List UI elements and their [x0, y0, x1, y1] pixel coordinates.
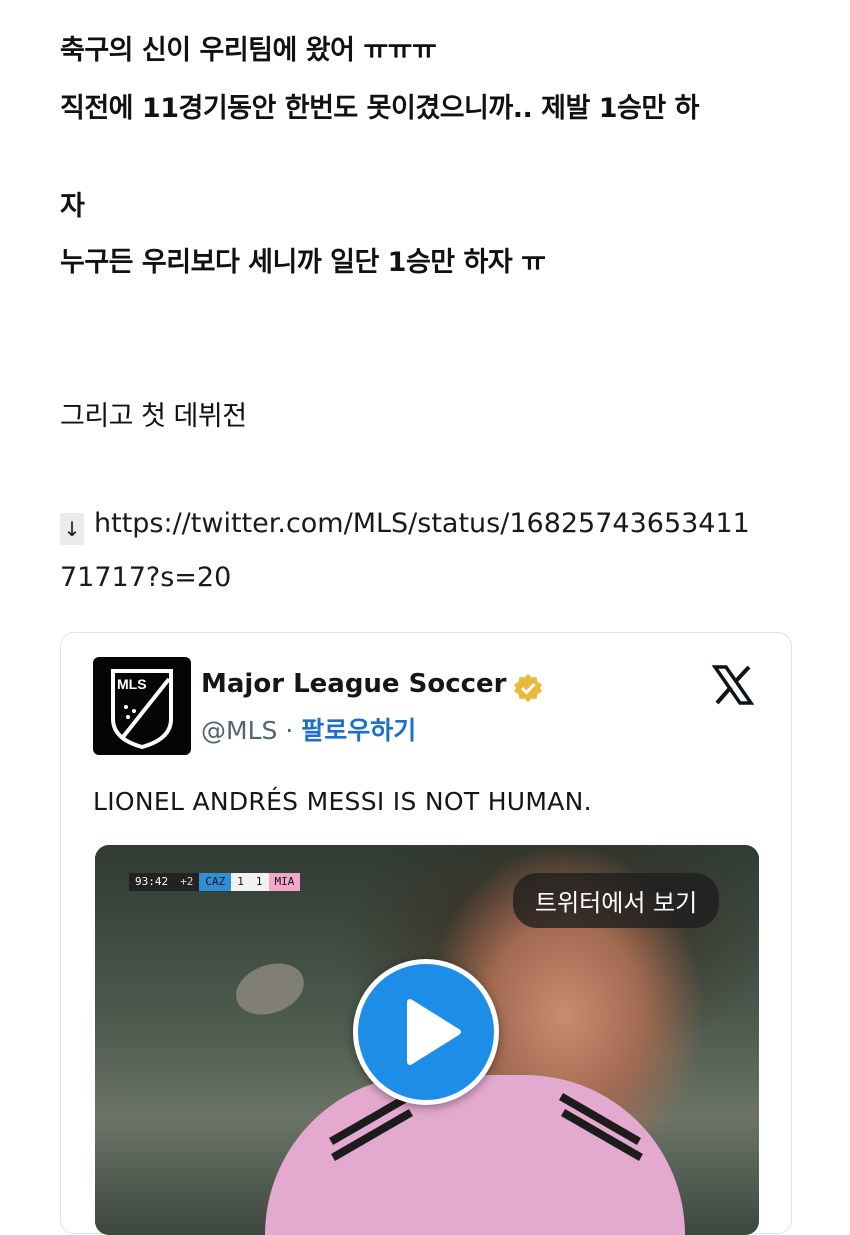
scoreboard-away-team: MIA [268, 873, 301, 891]
tweet-text: LIONEL ANDRÉS MESSI IS NOT HUMAN. [93, 787, 592, 816]
account-name[interactable]: Major League Soccer [201, 669, 507, 699]
scoreboard-home-team: CAZ [199, 873, 232, 891]
post-line-3: 자 [60, 191, 85, 222]
scoreboard-added-time: +2 [174, 873, 200, 891]
play-button[interactable] [353, 959, 499, 1105]
follow-link[interactable]: 팔로우하기 [301, 716, 416, 745]
tweet-link[interactable]: https://twitter.com/MLS/status/168257436… [94, 508, 750, 539]
account-handle[interactable]: @MLS [201, 716, 277, 745]
account-handle-row: @MLS · 팔로우하기 [201, 711, 416, 747]
post-line-1: 축구의 신이 우리팀에 왔어 ㅠㅠㅠ [60, 35, 437, 66]
post-line-5: 그리고 첫 데뷔전 [60, 401, 247, 432]
play-icon [407, 999, 461, 1065]
tweet-link-row[interactable]: ↓ https://twitter.com/MLS/status/16825743… [60, 508, 750, 545]
post-line-2: 직전에 11경기동안 한번도 못이겼으니까.. 제발 1승만 하 [60, 93, 699, 124]
verified-badge-icon [514, 674, 542, 702]
tweet-link-continued[interactable]: 71717?s=20 [60, 562, 231, 593]
embedded-tweet-card[interactable]: MLS Major League Soccer @MLS · 팔로우하기 LIO… [60, 632, 792, 1235]
scoreboard-home-score: 1 [231, 873, 250, 891]
video-player[interactable]: 93:42 +2 CAZ 1 1 MIA 트위터에서 보기 [95, 845, 759, 1235]
x-logo-icon[interactable] [711, 663, 755, 707]
scoreboard: 93:42 +2 CAZ 1 1 MIA [129, 873, 301, 891]
post-line-4: 누구든 우리보다 세니까 일단 1승만 하자 ㅠ [60, 247, 546, 278]
scoreboard-away-score: 1 [249, 873, 269, 891]
mls-avatar[interactable]: MLS [93, 657, 191, 755]
arrow-down-icon: ↓ [60, 513, 84, 545]
handle-separator: · [277, 716, 302, 745]
scoreboard-time: 93:42 [129, 873, 175, 891]
avatar-text: MLS [117, 676, 147, 692]
view-on-twitter-button[interactable]: 트위터에서 보기 [513, 873, 720, 928]
